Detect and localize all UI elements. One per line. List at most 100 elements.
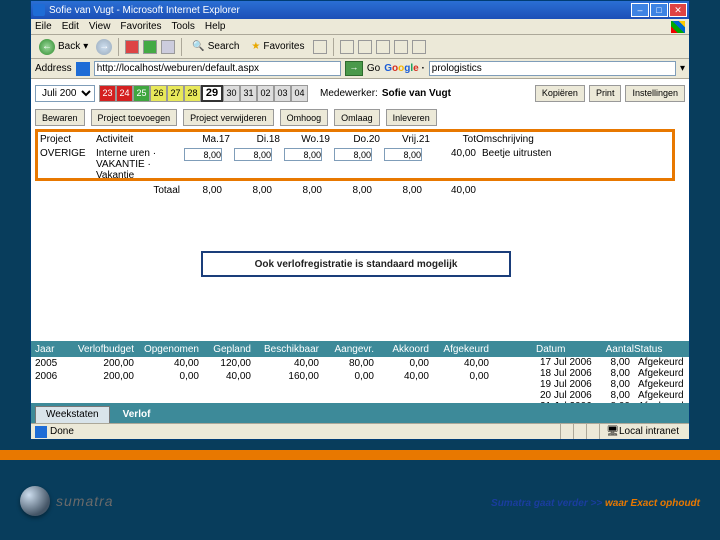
maximize-button[interactable]: □: [650, 3, 668, 17]
address-label: Address: [35, 63, 72, 74]
tab-weekstaten[interactable]: Weekstaten: [35, 406, 110, 423]
day-cell[interactable]: 26: [150, 85, 167, 102]
stop-icon[interactable]: [125, 40, 139, 54]
col-budget: Verlofbudget: [66, 344, 138, 355]
home-icon[interactable]: [161, 40, 175, 54]
back-button[interactable]: ←Back ▾: [35, 37, 92, 57]
day-cell[interactable]: 28: [184, 85, 201, 102]
divider-strip: [0, 450, 720, 460]
move-down-button[interactable]: Omlaag: [334, 109, 380, 126]
history-icon[interactable]: [313, 40, 327, 54]
month-select[interactable]: Juli 2006: [35, 85, 95, 102]
col-total: Tot: [430, 133, 476, 146]
status-pane: [573, 424, 586, 439]
submit-button[interactable]: Inleveren: [386, 109, 437, 126]
sumatra-logo: sumatra: [20, 486, 114, 516]
search-button[interactable]: 🔍Search: [188, 39, 243, 54]
col-approved: Akkoord: [378, 344, 433, 355]
total-label: Totaal: [96, 185, 180, 196]
menu-help[interactable]: Help: [205, 21, 226, 32]
print-icon[interactable]: [358, 40, 372, 54]
forward-button[interactable]: →: [96, 39, 112, 55]
day-cell[interactable]: 24: [116, 85, 133, 102]
google-search-input[interactable]: [429, 61, 676, 76]
status-bar: Done 🖥 Local intranet: [31, 423, 689, 439]
col-date: Datum: [536, 344, 596, 355]
highlight-box: Project Activiteit Ma.17 Di.18 Wo.19 Do.…: [35, 129, 675, 181]
research-icon[interactable]: [412, 40, 426, 54]
google-logo: Google ·: [384, 63, 425, 74]
col-available: Beschikbaar: [255, 344, 323, 355]
hours-fri-input[interactable]: [384, 148, 422, 161]
refresh-icon[interactable]: [143, 40, 157, 54]
close-button[interactable]: ✕: [669, 3, 687, 17]
day-cell[interactable]: 04: [291, 85, 308, 102]
add-project-button[interactable]: Project toevoegen: [91, 109, 178, 126]
minimize-button[interactable]: –: [631, 3, 649, 17]
col-mon: Ma.17: [180, 133, 230, 146]
hours-mon-input[interactable]: [184, 148, 222, 161]
col-activity: Activiteit: [96, 133, 180, 146]
total-thu: 8,00: [330, 185, 380, 196]
save-button[interactable]: Bewaren: [35, 109, 85, 126]
move-up-button[interactable]: Omhoog: [280, 109, 329, 126]
mail-icon[interactable]: [340, 40, 354, 54]
address-input[interactable]: [94, 61, 341, 76]
settings-button[interactable]: Instellingen: [625, 85, 685, 102]
logo-text: sumatra: [56, 493, 114, 509]
hours-wed-input[interactable]: [284, 148, 322, 161]
col-wed: Wo.19: [280, 133, 330, 146]
col-tue: Di.18: [230, 133, 280, 146]
hours-tue-input[interactable]: [234, 148, 272, 161]
total-mon: 8,00: [180, 185, 230, 196]
cell-rowtotal: 40,00: [430, 148, 476, 181]
col-status: Status: [634, 344, 682, 355]
go-button[interactable]: →: [345, 61, 363, 76]
favorites-button[interactable]: ★Favorites: [247, 39, 308, 54]
day-cell[interactable]: 31: [240, 85, 257, 102]
menu-view[interactable]: View: [89, 21, 111, 32]
day-cell[interactable]: 29: [201, 85, 223, 102]
menu-edit[interactable]: Edit: [62, 21, 79, 32]
day-cell[interactable]: 30: [223, 85, 240, 102]
print-button[interactable]: Print: [589, 85, 622, 102]
timesheet-total-row: Totaal 8,00 8,00 8,00 8,00 8,00 40,00: [38, 182, 672, 199]
tagline-part1: Sumatra gaat verder >>: [491, 498, 605, 509]
tab-verlof[interactable]: Verlof: [112, 406, 162, 423]
edit-icon[interactable]: [376, 40, 390, 54]
day-cell[interactable]: 03: [274, 85, 291, 102]
leave-detail-row: 17 Jul 20068,00Afgekeurd: [536, 357, 684, 368]
day-cell[interactable]: 02: [257, 85, 274, 102]
col-taken: Opgenomen: [138, 344, 203, 355]
google-dropdown-icon[interactable]: ▾: [680, 63, 685, 74]
leave-detail-row: 19 Jul 20068,00Afgekeurd: [536, 379, 684, 390]
cell-project: OVERIGE: [40, 148, 96, 181]
copy-button[interactable]: Kopiëren: [535, 85, 585, 102]
zone-pane: 🖥 Local intranet: [599, 424, 685, 439]
total-all: 40,00: [430, 185, 476, 196]
menu-file[interactable]: Eile: [35, 21, 52, 32]
leave-detail-row: 20 Jul 20068,00Afgekeurd: [536, 390, 684, 401]
menu-favorites[interactable]: Favorites: [120, 21, 161, 32]
callout-text: Ook verlofregistratie is standaard mogel…: [255, 259, 458, 270]
address-bar: Address → Go Google · ▾: [31, 59, 689, 79]
col-thu: Do.20: [330, 133, 380, 146]
tagline-part2: waar Exact ophoudt: [605, 498, 700, 509]
day-cell[interactable]: 23: [99, 85, 116, 102]
employee-name: Sofie van Vugt: [382, 88, 451, 99]
col-project: Project: [40, 133, 96, 146]
action-bar: Bewaren Project toevoegen Project verwij…: [31, 107, 689, 129]
total-tue: 8,00: [230, 185, 280, 196]
status-text: Done: [50, 426, 74, 437]
window-title: Sofie van Vugt - Microsoft Internet Expl…: [49, 5, 240, 16]
leave-detail-row: 18 Jul 20068,00Afgekeurd: [536, 368, 684, 379]
day-cell[interactable]: 25: [133, 85, 150, 102]
delete-project-button[interactable]: Project verwijderen: [183, 109, 274, 126]
status-pane: [560, 424, 573, 439]
toolbar: ←Back ▾ → 🔍Search ★Favorites: [31, 35, 689, 59]
day-cell[interactable]: 27: [167, 85, 184, 102]
hours-thu-input[interactable]: [334, 148, 372, 161]
slide-footer: sumatra Sumatra gaat verder >> waar Exac…: [0, 466, 720, 536]
discuss-icon[interactable]: [394, 40, 408, 54]
menu-tools[interactable]: Tools: [172, 21, 195, 32]
